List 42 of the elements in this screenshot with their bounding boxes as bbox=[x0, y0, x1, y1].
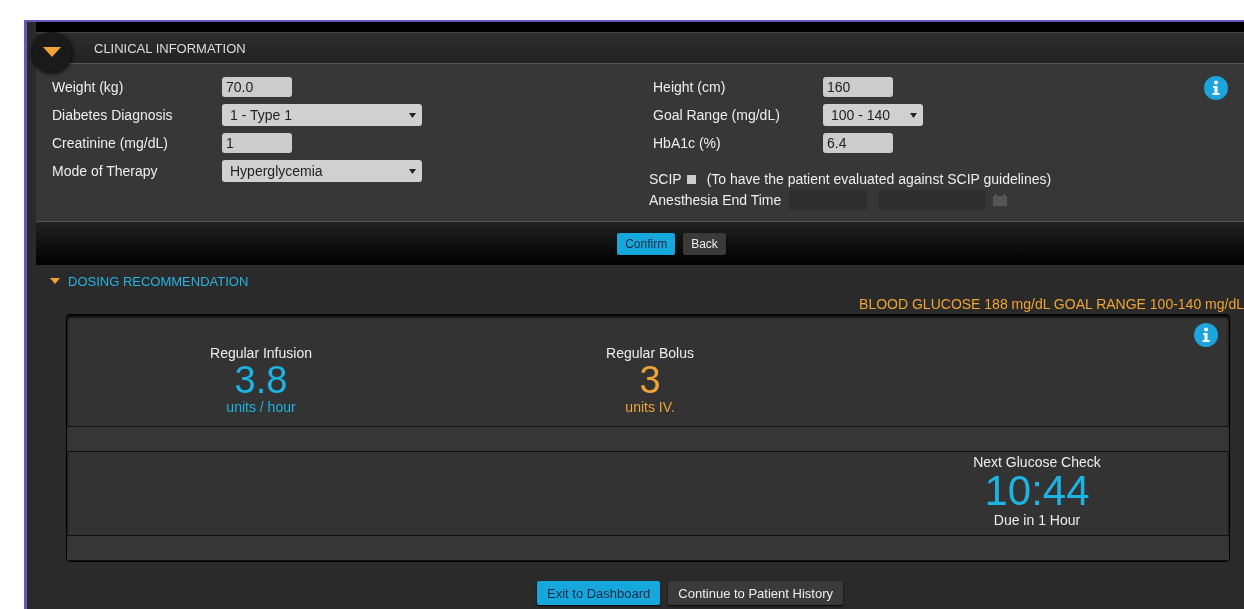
dropdown-arrow-icon bbox=[910, 112, 917, 118]
checkbox[interactable] bbox=[686, 174, 696, 184]
field-label: Height (cm) bbox=[653, 79, 727, 95]
dose-value: 3.8 bbox=[234, 361, 288, 399]
input-field[interactable]: 70.0 bbox=[222, 77, 292, 97]
section-title: DOSING RECOMMENDATION bbox=[68, 273, 249, 289]
action-button[interactable]: Confirm bbox=[617, 232, 676, 255]
info-icon[interactable] bbox=[1204, 76, 1228, 100]
action-button[interactable]: Continue to Patient History bbox=[668, 581, 843, 605]
field-label: HbA1c (%) bbox=[653, 135, 722, 151]
input-field[interactable]: 6.4 bbox=[823, 133, 893, 153]
dropdown-arrow-icon bbox=[409, 112, 416, 118]
check-due: Due in 1 Hour bbox=[993, 512, 1081, 528]
dose-unit: units / hour bbox=[226, 399, 296, 415]
field-label: Goal Range (mg/dL) bbox=[653, 107, 781, 123]
field-label: Weight (kg) bbox=[52, 79, 125, 95]
field-label: Anesthesia End Time bbox=[649, 192, 782, 208]
field-label: Diabetes Diagnosis bbox=[52, 107, 174, 123]
glucose-summary: BLOOD GLUCOSE 188 mg/dL GOAL RANGE 100-140 mg/dL bbox=[858, 295, 1244, 314]
dropdown[interactable]: 1 - Type 1 bbox=[222, 104, 422, 126]
dropdown-arrow-icon bbox=[409, 168, 416, 174]
field-label: Creatinine (mg/dL) bbox=[52, 135, 169, 151]
caret-icon[interactable] bbox=[50, 278, 60, 284]
scip-note: (To have the patient evaluated against SCIP guidelines) bbox=[706, 171, 1052, 187]
dose-value: 3 bbox=[639, 361, 661, 399]
input-field[interactable]: 160 bbox=[823, 77, 893, 97]
info-icon[interactable] bbox=[1193, 323, 1219, 347]
check-label: Next Glucose Check bbox=[973, 454, 1101, 470]
dose-label: Regular Bolus bbox=[606, 345, 694, 361]
action-button[interactable]: Back bbox=[683, 232, 726, 255]
check-time: 10:44 bbox=[984, 470, 1090, 512]
caret-icon bbox=[43, 47, 61, 57]
field-label: Mode of Therapy bbox=[52, 163, 159, 179]
collapse-button[interactable] bbox=[32, 32, 72, 72]
checkbox-label: SCIP bbox=[649, 171, 682, 187]
dose-unit: units IV. bbox=[625, 399, 675, 415]
dose-label: Regular Infusion bbox=[210, 345, 312, 361]
dropdown[interactable]: 100 - 140 bbox=[823, 104, 923, 126]
dropdown[interactable]: Hyperglycemia bbox=[222, 160, 422, 182]
action-button[interactable]: Exit to Dashboard bbox=[537, 581, 661, 605]
input-field[interactable]: 1 bbox=[222, 133, 292, 153]
section-title: CLINICAL INFORMATION bbox=[94, 40, 246, 56]
